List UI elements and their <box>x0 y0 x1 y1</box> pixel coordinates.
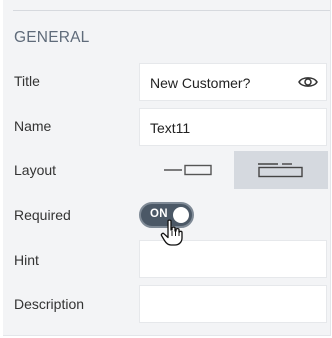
layout-option-inline[interactable] <box>139 151 234 189</box>
description-field[interactable] <box>139 285 327 323</box>
layout-selector <box>139 151 328 189</box>
properties-panel: GENERAL Title New Customer? Name Text11 … <box>0 0 332 338</box>
title-field[interactable]: New Customer? <box>139 63 327 101</box>
title-label: Title <box>14 73 40 89</box>
eye-icon[interactable] <box>298 74 318 90</box>
section-divider <box>13 10 330 11</box>
layout-option-stacked[interactable] <box>234 151 328 189</box>
section-title: GENERAL <box>14 29 90 46</box>
layout-label: Layout <box>14 162 57 178</box>
hint-label: Hint <box>14 252 39 268</box>
description-label: Description <box>14 296 85 312</box>
required-label: Required <box>14 207 71 223</box>
inline-layout-icon <box>164 164 212 176</box>
stacked-layout-icon <box>258 163 303 178</box>
name-field[interactable]: Text11 <box>139 108 327 146</box>
name-label: Name <box>14 118 52 134</box>
panel-body: GENERAL Title New Customer? Name Text11 … <box>3 0 331 336</box>
title-value: New Customer? <box>150 75 251 91</box>
hand-pointer-cursor <box>160 219 183 246</box>
name-value: Text11 <box>150 120 191 136</box>
